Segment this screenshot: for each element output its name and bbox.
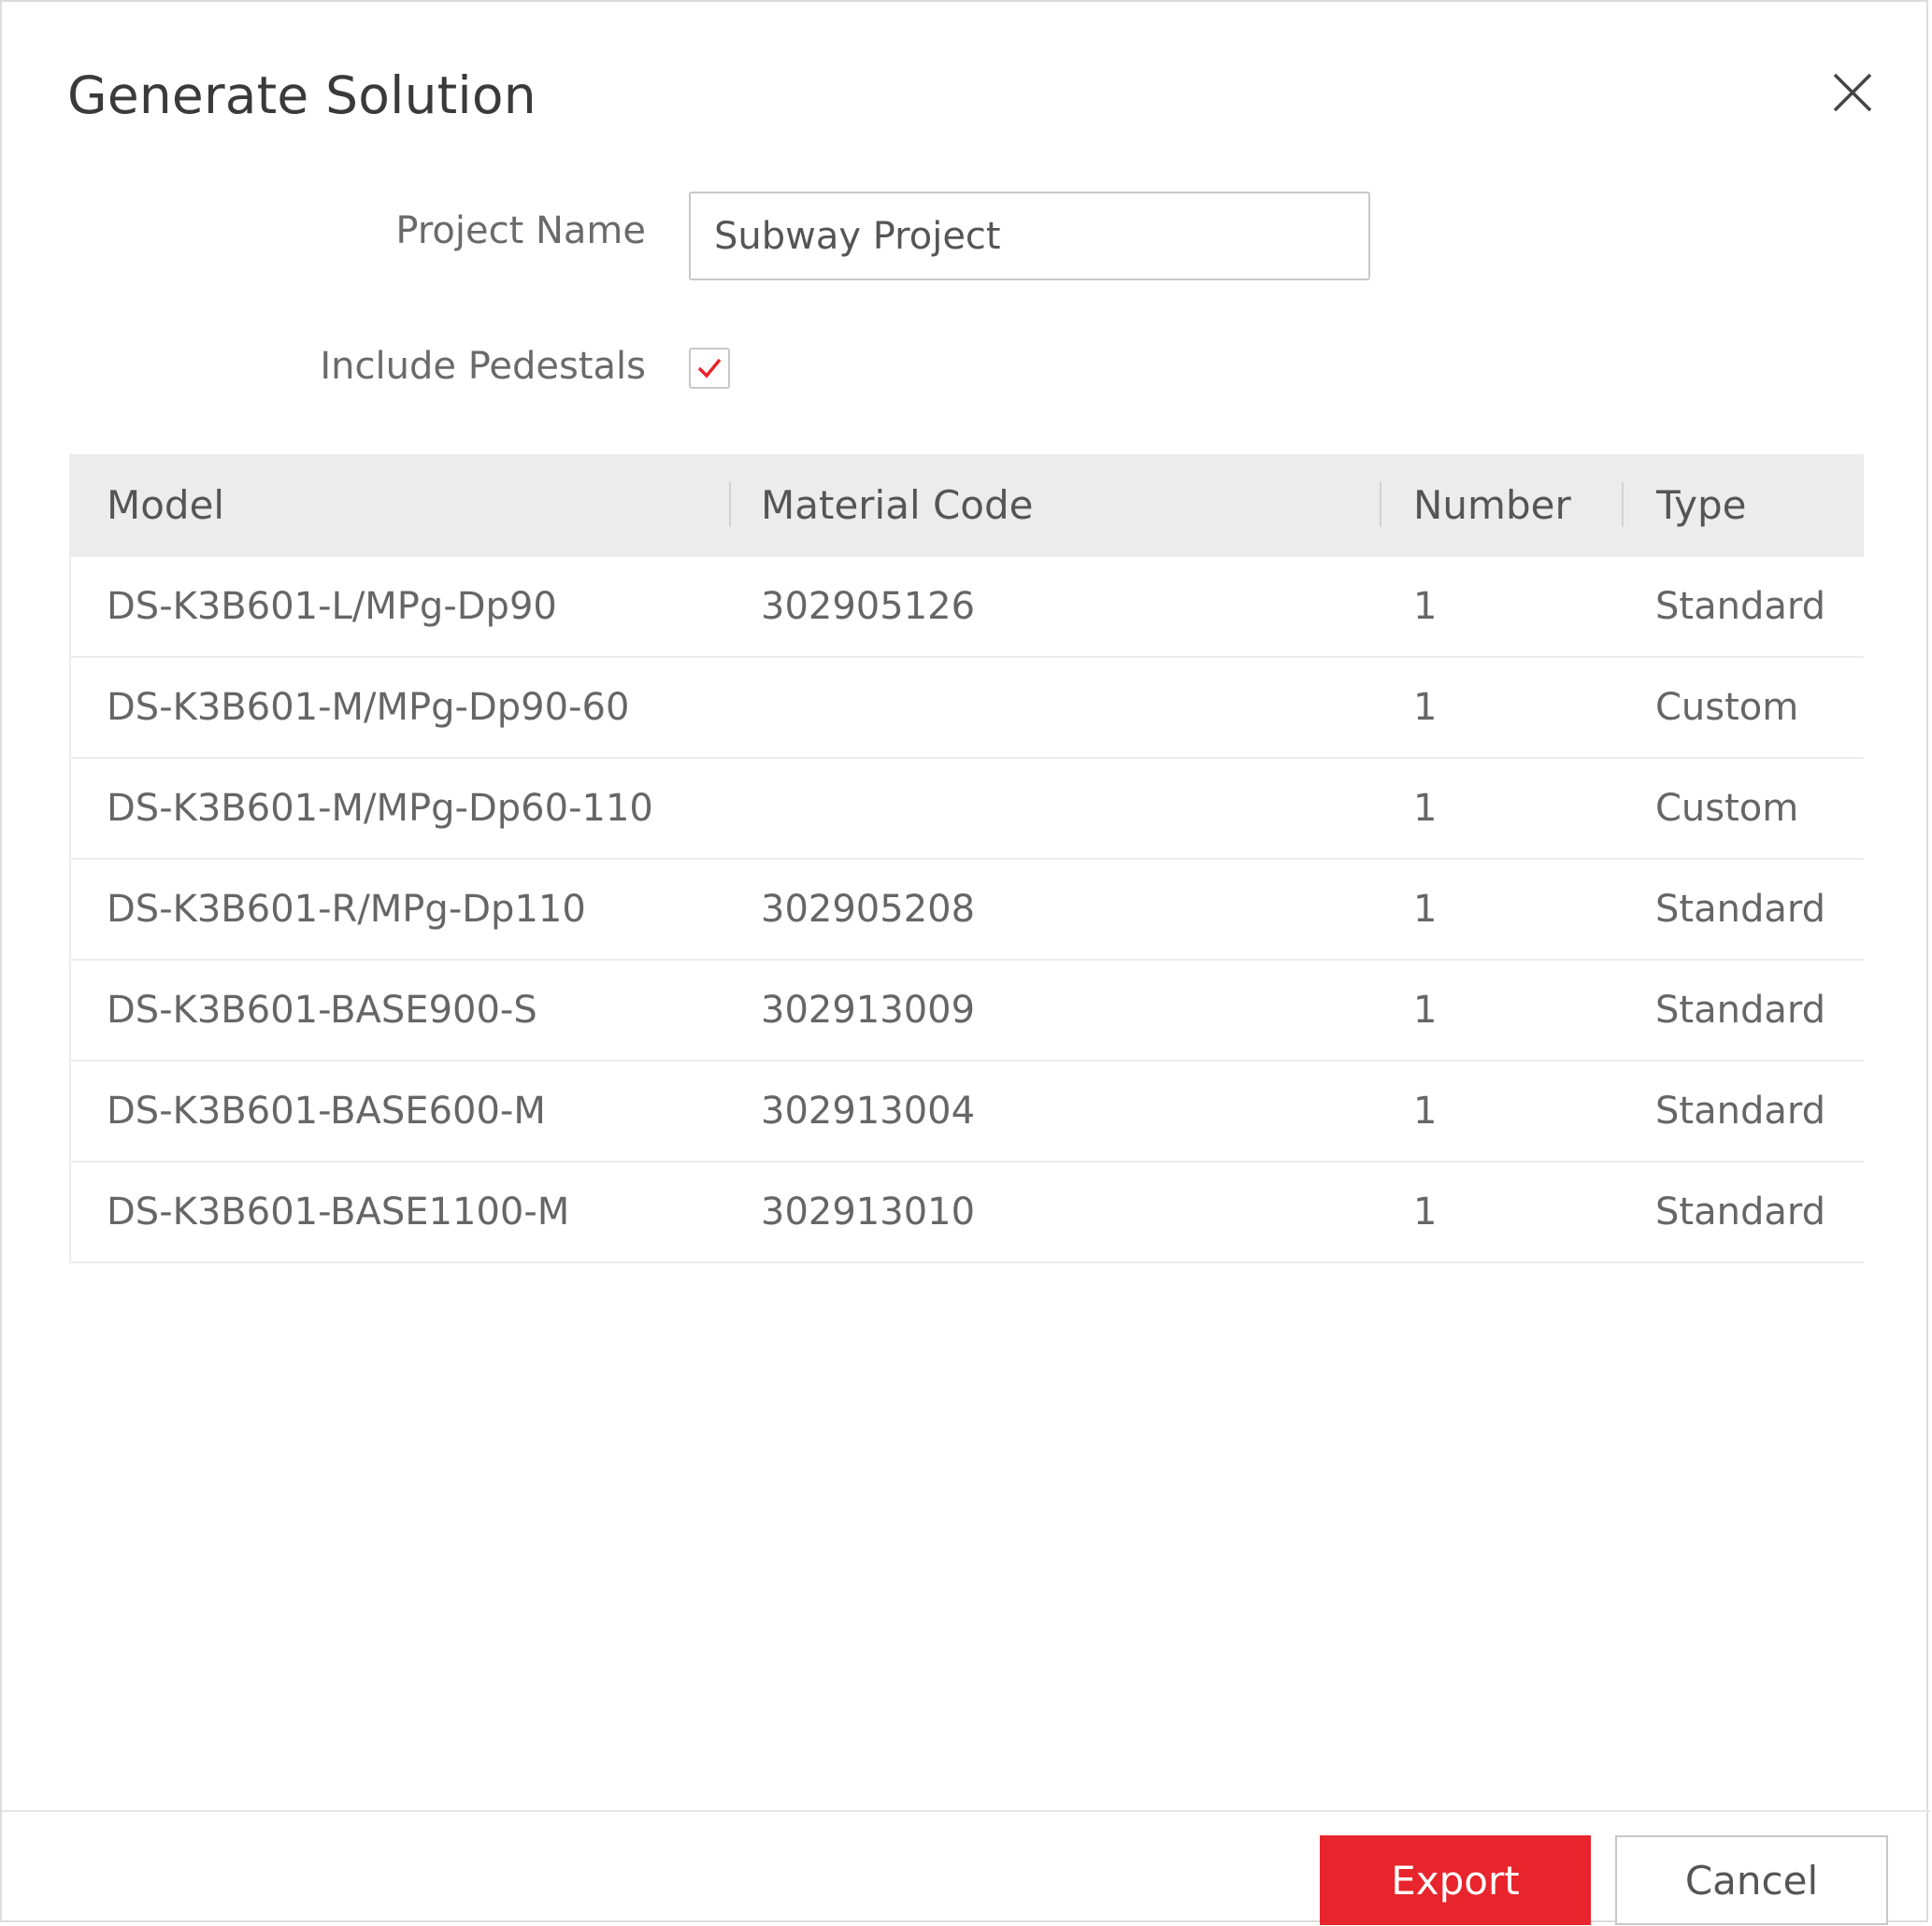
table-row: DS-K3B601-BASE600-M 302913004 1 Standard [71,1062,1864,1163]
cell-number: 1 [1413,1090,1438,1133]
cell-model: DS-K3B601-BASE1100-M [107,1191,570,1234]
cell-material-code: 302913010 [761,1191,976,1234]
cell-number: 1 [1413,686,1438,729]
footer-divider [2,1810,1930,1812]
project-name-label: Project Name [395,209,646,252]
cell-type: Standard [1655,888,1825,931]
cell-material-code: 302905126 [761,585,976,628]
cell-model: DS-K3B601-M/MPg-Dp90-60 [107,686,630,729]
cell-type: Standard [1655,1090,1825,1133]
table-row: DS-K3B601-BASE900-S 302913009 1 Standard [71,961,1864,1062]
table-row: DS-K3B601-BASE1100-M 302913010 1 Standar… [71,1163,1864,1263]
table-row: DS-K3B601-L/MPg-Dp90 302905126 1 Standar… [71,557,1864,658]
cell-type: Standard [1655,989,1825,1032]
close-icon [1833,73,1872,112]
close-button[interactable] [1827,67,1878,118]
column-header-type[interactable]: Type [1656,454,1746,557]
cell-model: DS-K3B601-R/MPg-Dp110 [107,888,586,931]
column-divider[interactable] [1380,482,1381,527]
table-row: DS-K3B601-R/MPg-Dp110 302905208 1 Standa… [71,860,1864,961]
cell-type: Standard [1655,585,1825,628]
cell-type: Custom [1655,787,1799,830]
cell-number: 1 [1413,989,1438,1032]
column-divider[interactable] [1622,482,1624,527]
solution-table: Model Material Code Number Type DS-K3B60… [69,454,1864,1263]
cell-model: DS-K3B601-L/MPg-Dp90 [107,585,557,628]
column-divider[interactable] [729,482,731,527]
include-pedestals-label: Include Pedestals [320,345,646,388]
include-pedestals-checkbox[interactable] [689,348,730,389]
generate-solution-dialog: Generate Solution Project Name Include P… [0,0,1930,1925]
export-button[interactable]: Export [1320,1835,1591,1925]
table-header: Model Material Code Number Type [71,454,1864,557]
cell-number: 1 [1413,1191,1438,1234]
column-header-number[interactable]: Number [1413,454,1571,557]
checkmark-icon [697,358,722,378]
cell-material-code: 302905208 [761,888,976,931]
table-row: DS-K3B601-M/MPg-Dp90-60 1 Custom [71,658,1864,759]
table-row: DS-K3B601-M/MPg-Dp60-110 1 Custom [71,759,1864,860]
cell-number: 1 [1413,585,1438,628]
cell-type: Standard [1655,1191,1825,1234]
cell-type: Custom [1655,686,1799,729]
column-header-material-code[interactable]: Material Code [761,454,1034,557]
project-name-input[interactable] [689,192,1370,280]
cell-model: DS-K3B601-BASE600-M [107,1090,546,1133]
cell-material-code: 302913009 [761,989,976,1032]
cell-material-code: 302913004 [761,1090,976,1133]
dialog-title: Generate Solution [67,65,537,125]
cell-model: DS-K3B601-M/MPg-Dp60-110 [107,787,653,830]
cancel-button[interactable]: Cancel [1615,1835,1888,1925]
cell-model: DS-K3B601-BASE900-S [107,989,537,1032]
column-header-model[interactable]: Model [107,454,224,557]
cell-number: 1 [1413,888,1438,931]
cell-number: 1 [1413,787,1438,830]
